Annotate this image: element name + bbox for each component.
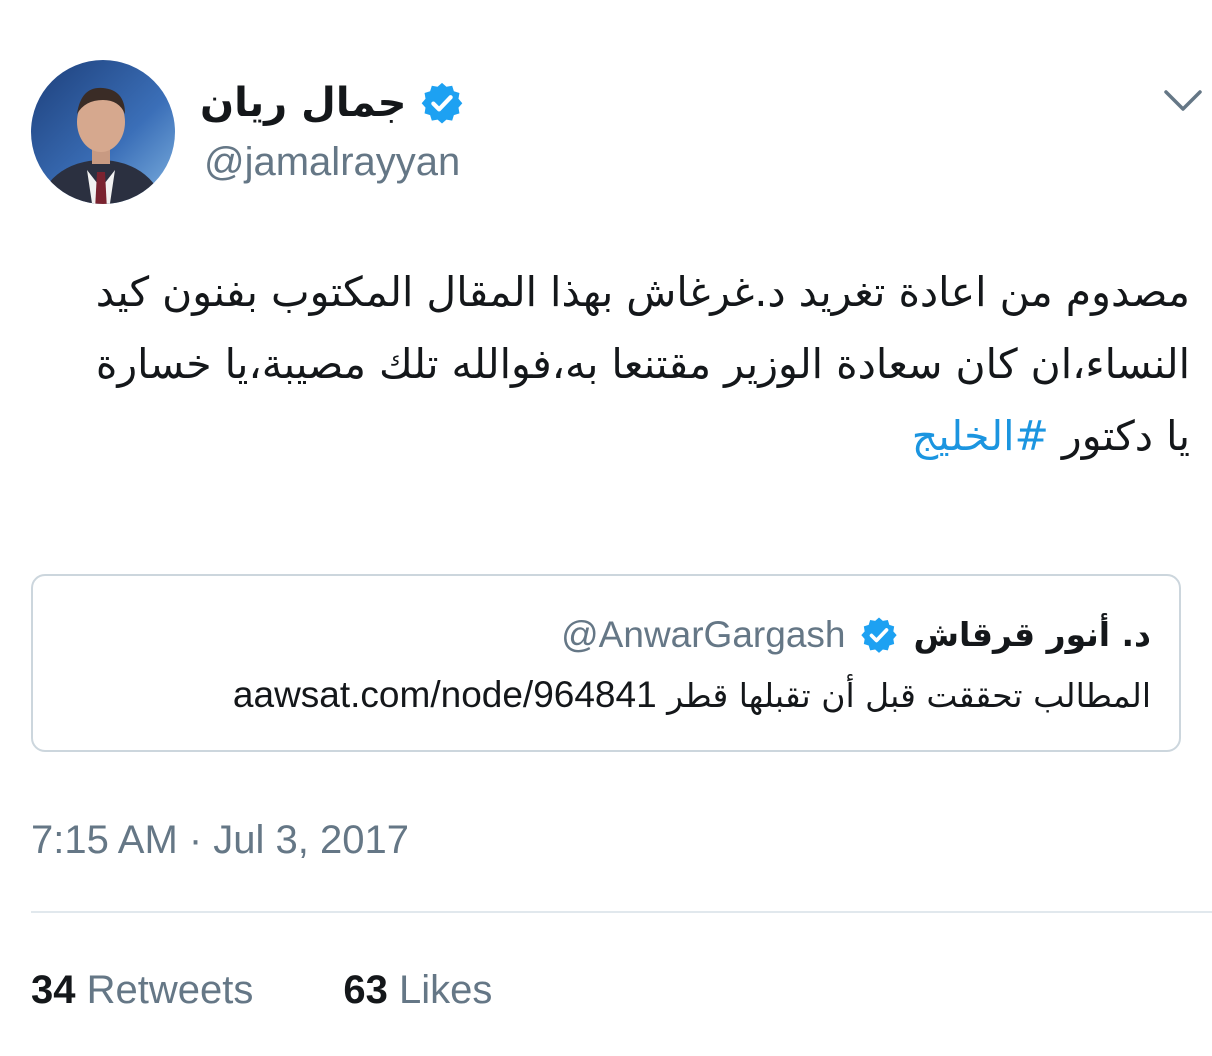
- tweet-stats: 34 Retweets 63 Likes: [31, 964, 492, 1016]
- author-handle[interactable]: @jamalrayyan: [204, 137, 460, 187]
- quoted-tweet[interactable]: @AnwarGargash د. أنور قرقاش المطالب تحقق…: [31, 574, 1181, 752]
- chevron-down-icon[interactable]: [1160, 84, 1206, 118]
- quoted-tweet-link[interactable]: aawsat.com/node/964841: [233, 674, 657, 715]
- divider: [31, 911, 1212, 913]
- hashtag-link[interactable]: #الخليج: [912, 412, 1049, 460]
- likes-label: Likes: [399, 968, 493, 1012]
- quoted-tweet-text: المطالب تحققت قبل أن تقبلها قطر aawsat.c…: [233, 672, 1151, 719]
- quoted-author-handle: @AnwarGargash: [561, 614, 846, 655]
- retweets-stat[interactable]: 34 Retweets: [31, 964, 253, 1016]
- author-avatar[interactable]: [31, 60, 175, 204]
- tweet-timestamp[interactable]: 7:15 AM · Jul 3, 2017: [31, 815, 409, 865]
- author-name: جمال ريان: [200, 80, 407, 126]
- quoted-author-name: د. أنور قرقاش: [913, 615, 1151, 654]
- author-name-row[interactable]: جمال ريان: [200, 78, 465, 128]
- tweet-text: مصدوم من اعادة تغريد د.غرغاش بهذا المقال…: [60, 256, 1190, 472]
- retweets-label: Retweets: [86, 968, 254, 1012]
- likes-stat[interactable]: 63 Likes: [343, 964, 492, 1016]
- profile-avatar-icon: [31, 60, 175, 204]
- likes-count: 63: [343, 968, 388, 1012]
- verified-badge-icon: [861, 617, 898, 653]
- tweet-detail: جمال ريان @jamalrayyan مصدوم من اعادة تغ…: [0, 0, 1212, 1056]
- verified-badge-icon: [421, 82, 462, 124]
- quoted-text-body: المطالب تحققت قبل أن تقبلها قطر: [667, 676, 1151, 715]
- retweets-count: 34: [31, 968, 76, 1012]
- quoted-tweet-header: @AnwarGargash د. أنور قرقاش: [561, 612, 1151, 658]
